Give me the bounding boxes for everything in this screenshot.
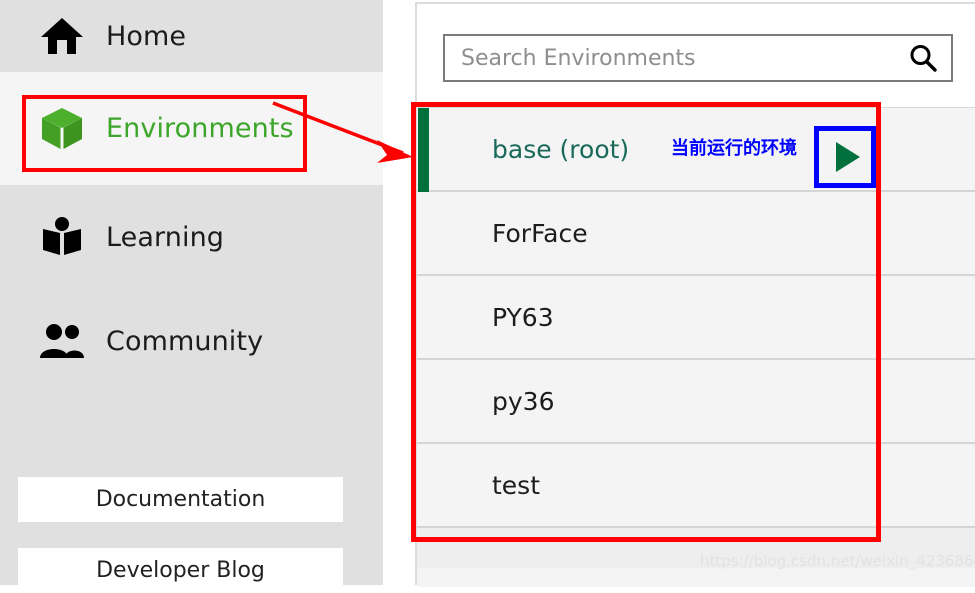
table-row[interactable]: py36: [417, 360, 975, 444]
search-icon[interactable]: [901, 43, 945, 73]
run-environment-button[interactable]: [814, 126, 876, 188]
environments-panel: base (root) 当前运行的环境 ForFace PY63 py36 te…: [415, 2, 975, 587]
search-environments-field[interactable]: [443, 34, 953, 82]
env-name: PY63: [492, 302, 554, 332]
search-input[interactable]: [445, 35, 901, 81]
table-row[interactable]: base (root) 当前运行的环境: [417, 108, 975, 192]
cube-icon: [38, 105, 86, 153]
table-row[interactable]: ForFace: [417, 192, 975, 276]
play-icon: [835, 142, 860, 172]
documentation-label: Documentation: [95, 487, 266, 512]
watermark: https://blog.csdn.net/weixin_42368607: [700, 552, 975, 570]
developer-blog-button[interactable]: Developer Blog: [18, 548, 343, 593]
book-icon: [38, 214, 86, 262]
table-row[interactable]: test: [417, 444, 975, 528]
env-name: test: [492, 470, 541, 500]
table-row[interactable]: PY63: [417, 276, 975, 360]
home-icon: [38, 12, 86, 60]
sidebar-item-label-home: Home: [106, 20, 187, 52]
documentation-button[interactable]: Documentation: [18, 477, 343, 522]
sidebar-item-environments[interactable]: Environments: [0, 72, 383, 185]
current-env-marker: [418, 108, 429, 192]
sidebar: Home Environments Learning Community Doc…: [0, 0, 383, 593]
env-name: py36: [492, 386, 555, 416]
sidebar-item-label-environments: Environments: [106, 113, 294, 144]
env-name: base (root): [492, 134, 630, 164]
sidebar-item-label-learning: Learning: [106, 222, 225, 253]
developer-blog-label: Developer Blog: [96, 558, 265, 583]
sidebar-item-community[interactable]: Community: [0, 290, 383, 393]
environments-list[interactable]: base (root) 当前运行的环境 ForFace PY63 py36 te…: [417, 107, 975, 587]
sidebar-item-home[interactable]: Home: [0, 0, 383, 72]
current-env-annotation: 当前运行的环境: [671, 138, 797, 159]
sidebar-item-label-community: Community: [106, 326, 264, 357]
people-icon: [38, 318, 86, 366]
env-name: ForFace: [492, 218, 588, 248]
sidebar-item-learning[interactable]: Learning: [0, 185, 383, 290]
